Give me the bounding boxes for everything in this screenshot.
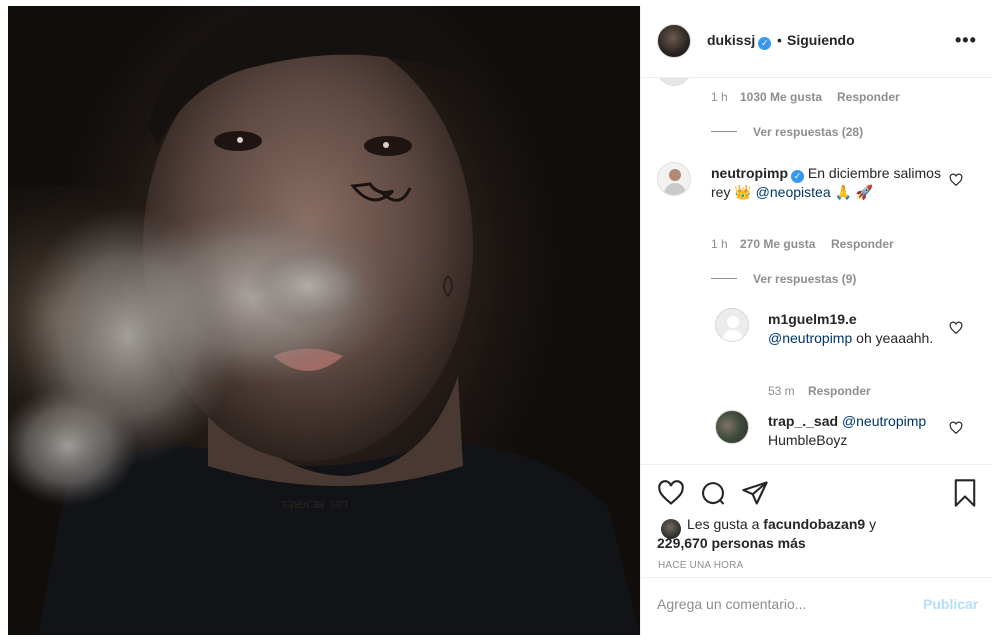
author-username-text[interactable]: dukissj (707, 32, 755, 48)
default-avatar-icon (722, 316, 744, 341)
avatar-figure (663, 169, 687, 195)
more-options-icon[interactable]: ••• (955, 30, 977, 51)
post-photo-art: LOS MEJORES (8, 6, 640, 635)
frame-left (0, 0, 8, 640)
comment-icon[interactable] (699, 479, 727, 507)
comment-likes[interactable]: 270 Me gusta (740, 237, 815, 251)
reply-body: m1guelm19.e @neutropimp oh yeaaahh. (768, 310, 948, 348)
post-header: dukissj ✓ • Siguiendo ••• (641, 6, 992, 78)
comment-body: neutropimp ✓ En diciembre salimos rey 👑 @… (711, 164, 951, 202)
view-replies-button[interactable]: Ver respuestas (9) (753, 272, 856, 286)
reply-avatar[interactable] (715, 308, 749, 342)
reply-like-heart-icon[interactable] (949, 321, 963, 335)
reply-username[interactable]: trap_._sad (768, 413, 838, 429)
rocket-emoji: 🚀 (855, 184, 874, 200)
view-replies-button[interactable]: Ver respuestas (28) (753, 125, 863, 139)
paper-plane-icon[interactable] (741, 479, 769, 507)
likes-prefix: Les gusta a (687, 516, 760, 532)
comment-avatar[interactable] (657, 162, 691, 196)
likes-count[interactable]: 229,670 personas más (657, 534, 806, 553)
comments-list[interactable]: 1 h 1030 Me gusta Responder Ver respuest… (641, 78, 992, 464)
reply-body: trap_._sad @neutropimp HumbleBoyz (768, 412, 948, 450)
comment-reply-text[interactable]: Responder (837, 90, 900, 104)
reply-username[interactable]: m1guelm19.e (768, 311, 857, 327)
comment-composer: Publicar (641, 577, 992, 636)
likes-summary: Les gusta a facundobazan9 y (687, 515, 977, 534)
post-timestamp[interactable]: HACE UNA HORA (658, 560, 743, 571)
reply-like-heart-icon[interactable] (949, 421, 963, 435)
verified-badge-icon: ✓ (791, 170, 804, 183)
bookmark-icon[interactable] (951, 478, 979, 508)
comment-reply-button[interactable]: Responder (831, 237, 894, 251)
reply-reply-button[interactable]: Responder (808, 384, 871, 398)
reply-mention[interactable]: @neutropimp (768, 330, 852, 346)
reply-reply-text[interactable]: Responder (808, 384, 871, 398)
reply-text: oh yeaaahh. (856, 330, 934, 346)
likes-connector: y (869, 516, 877, 532)
comment-time[interactable]: 1 h (711, 90, 728, 104)
comment-likes-text[interactable]: 1030 Me gusta (740, 90, 822, 104)
svg-text:LOS MEJORES: LOS MEJORES (282, 498, 348, 509)
comment-time[interactable]: 1 h (711, 237, 728, 251)
author-username[interactable]: dukissj ✓ (707, 32, 772, 50)
replies-line (711, 278, 737, 279)
post-panel: dukissj ✓ • Siguiendo ••• 1 h 1030 Me gus… (640, 6, 992, 635)
comment-reply-text[interactable]: Responder (831, 237, 894, 251)
comment-mention[interactable]: @neopistea (756, 184, 831, 200)
publish-button[interactable]: Publicar (923, 596, 978, 612)
reply-avatar[interactable] (715, 410, 749, 444)
comment-input[interactable] (657, 596, 907, 612)
reply-time[interactable]: 53 m (768, 384, 795, 398)
comment-avatar-partial[interactable] (657, 78, 691, 86)
follow-status-button[interactable]: Siguiendo (787, 32, 855, 48)
pray-emoji: 🙏 (834, 184, 852, 200)
author-avatar[interactable] (657, 24, 691, 58)
likes-count-text[interactable]: 229,670 personas más (657, 535, 806, 551)
post-actions: Les gusta a facundobazan9 y 229,670 pers… (641, 464, 992, 635)
comment-likes-text[interactable]: 270 Me gusta (740, 237, 815, 251)
header-separator: • (777, 32, 782, 48)
replies-line (711, 131, 737, 132)
reply-mention[interactable]: @neutropimp (842, 413, 926, 429)
comment-likes[interactable]: 1030 Me gusta (740, 90, 822, 104)
comment-like-heart-icon[interactable] (949, 173, 963, 187)
post-photo[interactable]: LOS MEJORES (8, 6, 640, 635)
comment-username[interactable]: neutropimp (711, 165, 788, 181)
likes-user[interactable]: facundobazan9 (763, 516, 865, 532)
comment-reply-button[interactable]: Responder (837, 90, 900, 104)
reply-text: HumbleBoyz (768, 432, 848, 448)
crown-emoji: 👑 (734, 184, 752, 200)
heart-icon[interactable] (657, 479, 685, 507)
verified-badge-icon: ✓ (758, 37, 772, 50)
